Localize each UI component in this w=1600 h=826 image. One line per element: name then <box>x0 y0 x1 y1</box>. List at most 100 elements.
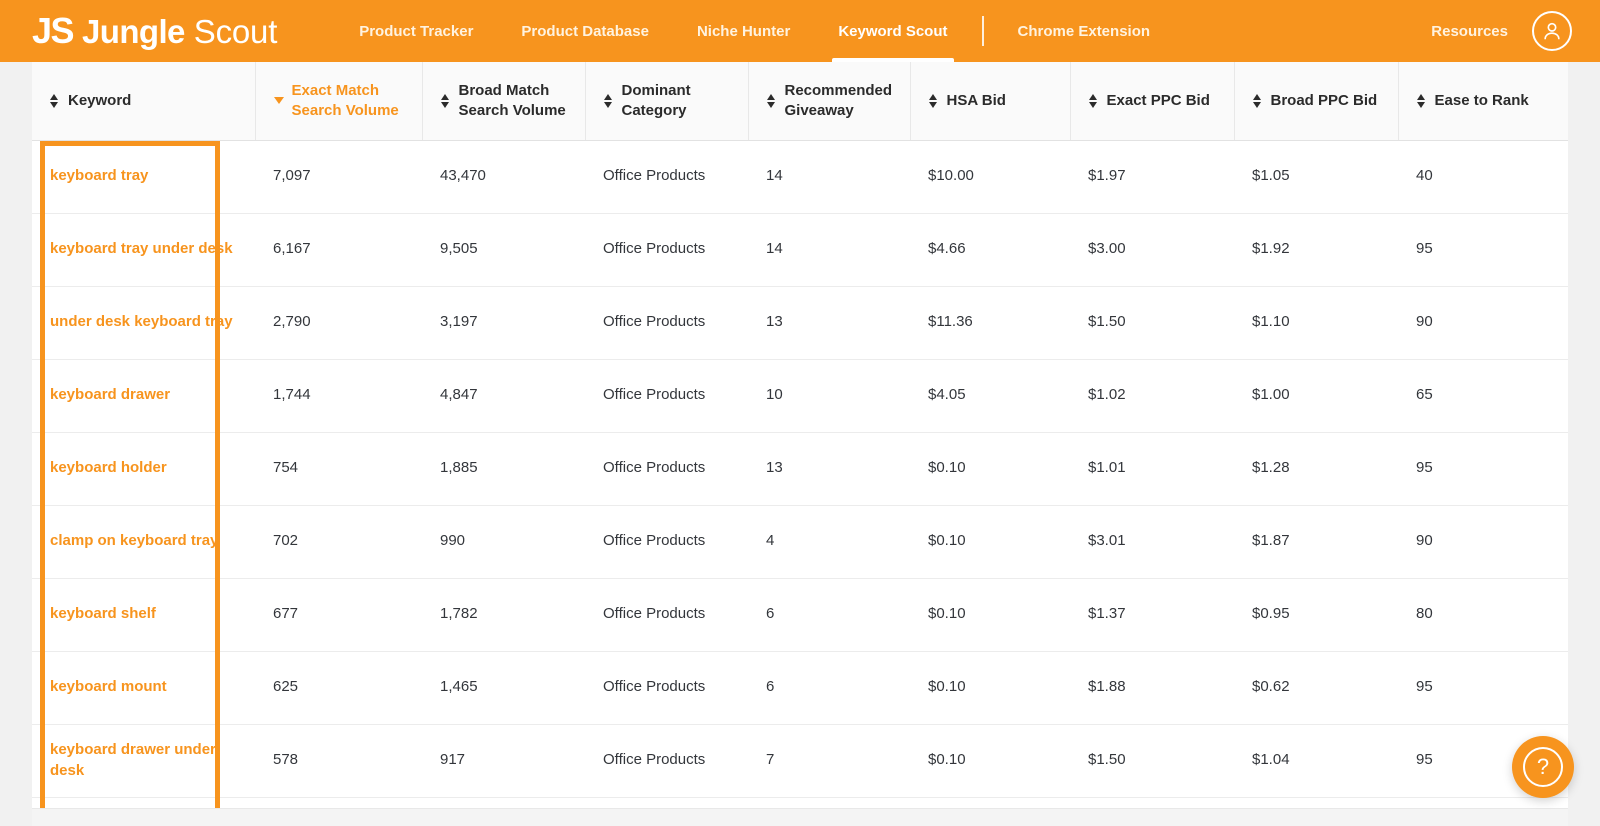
cell-hsa-bid: $4.66 <box>910 213 1070 287</box>
column-header-recommended-giveaway[interactable]: Recommended Giveaway <box>748 62 911 141</box>
cell-exact-match-search-volume: 702 <box>255 505 422 579</box>
cell-dominant-category: Office Products <box>585 286 748 360</box>
cell-dominant-category: Office Products <box>585 578 748 652</box>
cell-dominant-category: Office Products <box>585 651 748 725</box>
cell-exact-match-search-volume: 7,097 <box>255 140 422 214</box>
sort-toggle-icon[interactable] <box>603 93 613 108</box>
cell-exact-match-search-volume: 677 <box>255 578 422 652</box>
table-header: Keyword Exact Match Search Volume Broad … <box>32 62 1568 141</box>
sort-toggle-icon[interactable] <box>1088 93 1098 108</box>
help-button[interactable]: ? <box>1512 736 1574 798</box>
table-row[interactable]: keyboard tray 7,097 43,470 Office Products 1… <box>32 140 1568 214</box>
cell-dominant-category: Office Products <box>585 505 748 579</box>
nav-item-keyword-scout[interactable]: Keyword Scout <box>814 0 971 62</box>
cell-exact-ppc-bid: $3.01 <box>1070 505 1234 579</box>
table-row[interactable]: under desk keyboard tray 2,790 3,197 Office… <box>32 286 1568 360</box>
cell-exact-match-search-volume: 2,790 <box>255 286 422 360</box>
cell-broad-ppc-bid: $1.87 <box>1234 505 1398 579</box>
cell-hsa-bid: $0.10 <box>910 651 1070 725</box>
table-row[interactable]: keyboard shelf 677 1,782 Office Products 6 $0… <box>32 578 1568 652</box>
nav-right-group: Resources <box>1431 11 1572 51</box>
cell-keyword[interactable]: keyboard shelf <box>32 578 255 652</box>
sort-toggle-icon[interactable] <box>766 93 776 108</box>
cell-ease-to-rank: 90 <box>1398 286 1568 360</box>
cell-keyword[interactable]: keyboard tray <box>32 140 255 214</box>
cell-recommended-giveaway: 6 <box>748 578 910 652</box>
sort-toggle-icon[interactable] <box>1252 93 1262 108</box>
table-row[interactable]: keyboard holder 754 1,885 Office Products 13… <box>32 432 1568 506</box>
cell-broad-ppc-bid: $1.05 <box>1234 140 1398 214</box>
nav-item-product-tracker[interactable]: Product Tracker <box>335 0 497 62</box>
logo-word-jungle: Jungle <box>82 13 185 50</box>
cell-hsa-bid: $0.10 <box>910 578 1070 652</box>
cell-exact-ppc-bid: $1.02 <box>1070 359 1234 433</box>
column-header-label: Dominant Category <box>621 82 691 119</box>
cell-exact-ppc-bid: $1.97 <box>1070 140 1234 214</box>
cell-broad-match-search-volume: 9,505 <box>422 213 585 287</box>
cell-dominant-category: Office Products <box>585 140 748 214</box>
user-avatar-icon[interactable] <box>1532 11 1572 51</box>
cell-ease-to-rank: 95 <box>1398 432 1568 506</box>
cell-keyword[interactable]: clamp on keyboard tray <box>32 505 255 579</box>
column-header-exact-match-search-volume[interactable]: Exact Match Search Volume <box>255 62 423 141</box>
cell-broad-match-search-volume: 43,470 <box>422 140 585 214</box>
nav-item-label: Product Database <box>521 22 649 40</box>
column-header-keyword[interactable]: Keyword <box>32 62 256 141</box>
column-header-broad-match-search-volume[interactable]: Broad Match Search Volume <box>422 62 586 141</box>
table-row[interactable]: keyboard tray under desk 6,167 9,505 Office… <box>32 213 1568 287</box>
cell-ease-to-rank: 80 <box>1398 578 1568 652</box>
nav-item-niche-hunter[interactable]: Niche Hunter <box>673 0 814 62</box>
table-row[interactable]: keyboard drawer under desk 578 917 Office P… <box>32 724 1568 798</box>
column-header-label: Broad Match Search Volume <box>458 82 566 119</box>
nav-item-resources[interactable]: Resources <box>1431 23 1508 40</box>
cell-ease-to-rank: 40 <box>1398 140 1568 214</box>
cell-broad-ppc-bid: $1.04 <box>1234 724 1398 798</box>
cell-ease-to-rank: 95 <box>1398 213 1568 287</box>
cell-keyword[interactable]: keyboard mount <box>32 651 255 725</box>
cell-exact-ppc-bid: $1.50 <box>1070 724 1234 798</box>
sort-toggle-icon[interactable] <box>1416 93 1426 108</box>
sort-descending-icon[interactable] <box>273 97 284 105</box>
table-row[interactable]: keyboard drawer 1,744 4,847 Office Products… <box>32 359 1568 433</box>
cell-exact-ppc-bid: $1.01 <box>1070 432 1234 506</box>
sort-toggle-icon[interactable] <box>50 93 59 108</box>
nav-item-label: Product Tracker <box>359 22 474 40</box>
cell-exact-match-search-volume: 625 <box>255 651 422 725</box>
table-row[interactable]: keyboard mount 625 1,465 Office Products 6 $0… <box>32 651 1568 725</box>
column-header-exact-ppc-bid[interactable]: Exact PPC Bid <box>1070 62 1235 141</box>
cell-keyword[interactable]: keyboard holder <box>32 432 255 506</box>
cell-dominant-category: Office Products <box>585 724 748 798</box>
nav-item-product-database[interactable]: Product Database <box>497 0 673 62</box>
cell-exact-match-search-volume: 754 <box>255 432 422 506</box>
column-header-hsa-bid[interactable]: HSA Bid <box>910 62 1071 141</box>
cell-keyword[interactable]: keyboard tray under desk <box>32 213 255 287</box>
column-header-broad-ppc-bid[interactable]: Broad PPC Bid <box>1234 62 1399 141</box>
nav-item-label: Keyword Scout <box>838 22 948 40</box>
cell-broad-ppc-bid: $1.10 <box>1234 286 1398 360</box>
cell-exact-ppc-bid: $1.88 <box>1070 651 1234 725</box>
cell-keyword[interactable]: keyboard drawer <box>32 359 255 433</box>
cell-recommended-giveaway: 13 <box>748 432 910 506</box>
keyword-results-table-container: Keyword Exact Match Search Volume Broad … <box>32 62 1568 808</box>
cell-dominant-category: Office Products <box>585 359 748 433</box>
column-header-ease-to-rank[interactable]: Ease to Rank <box>1398 62 1568 141</box>
sort-toggle-icon[interactable] <box>440 93 450 108</box>
column-header-dominant-category[interactable]: Dominant Category <box>585 62 749 141</box>
column-header-label: HSA Bid <box>946 92 1006 109</box>
nav-item-chrome-extension[interactable]: Chrome Extension <box>994 0 1175 62</box>
cell-recommended-giveaway: 13 <box>748 286 910 360</box>
table-footer-strip <box>32 808 1568 826</box>
table-row[interactable]: clamp on keyboard tray 702 990 Office Produ… <box>32 505 1568 579</box>
cell-exact-match-search-volume: 1,744 <box>255 359 422 433</box>
logo-js-mark: JS <box>32 10 75 51</box>
main-nav: Product Tracker Product Database Niche H… <box>335 0 1174 62</box>
page-body: Keyword Exact Match Search Volume Broad … <box>0 62 1600 826</box>
sort-toggle-icon[interactable] <box>928 93 938 108</box>
cell-keyword[interactable]: under desk keyboard tray <box>32 286 255 360</box>
column-header-label: Keyword <box>68 92 132 109</box>
cell-exact-ppc-bid: $1.50 <box>1070 286 1234 360</box>
jungle-scout-logo[interactable]: JS Jungle Scout <box>32 13 277 49</box>
cell-keyword[interactable]: keyboard drawer under desk <box>32 724 255 798</box>
nav-item-label: Chrome Extension <box>1017 22 1151 40</box>
cell-broad-ppc-bid: $1.00 <box>1234 359 1398 433</box>
